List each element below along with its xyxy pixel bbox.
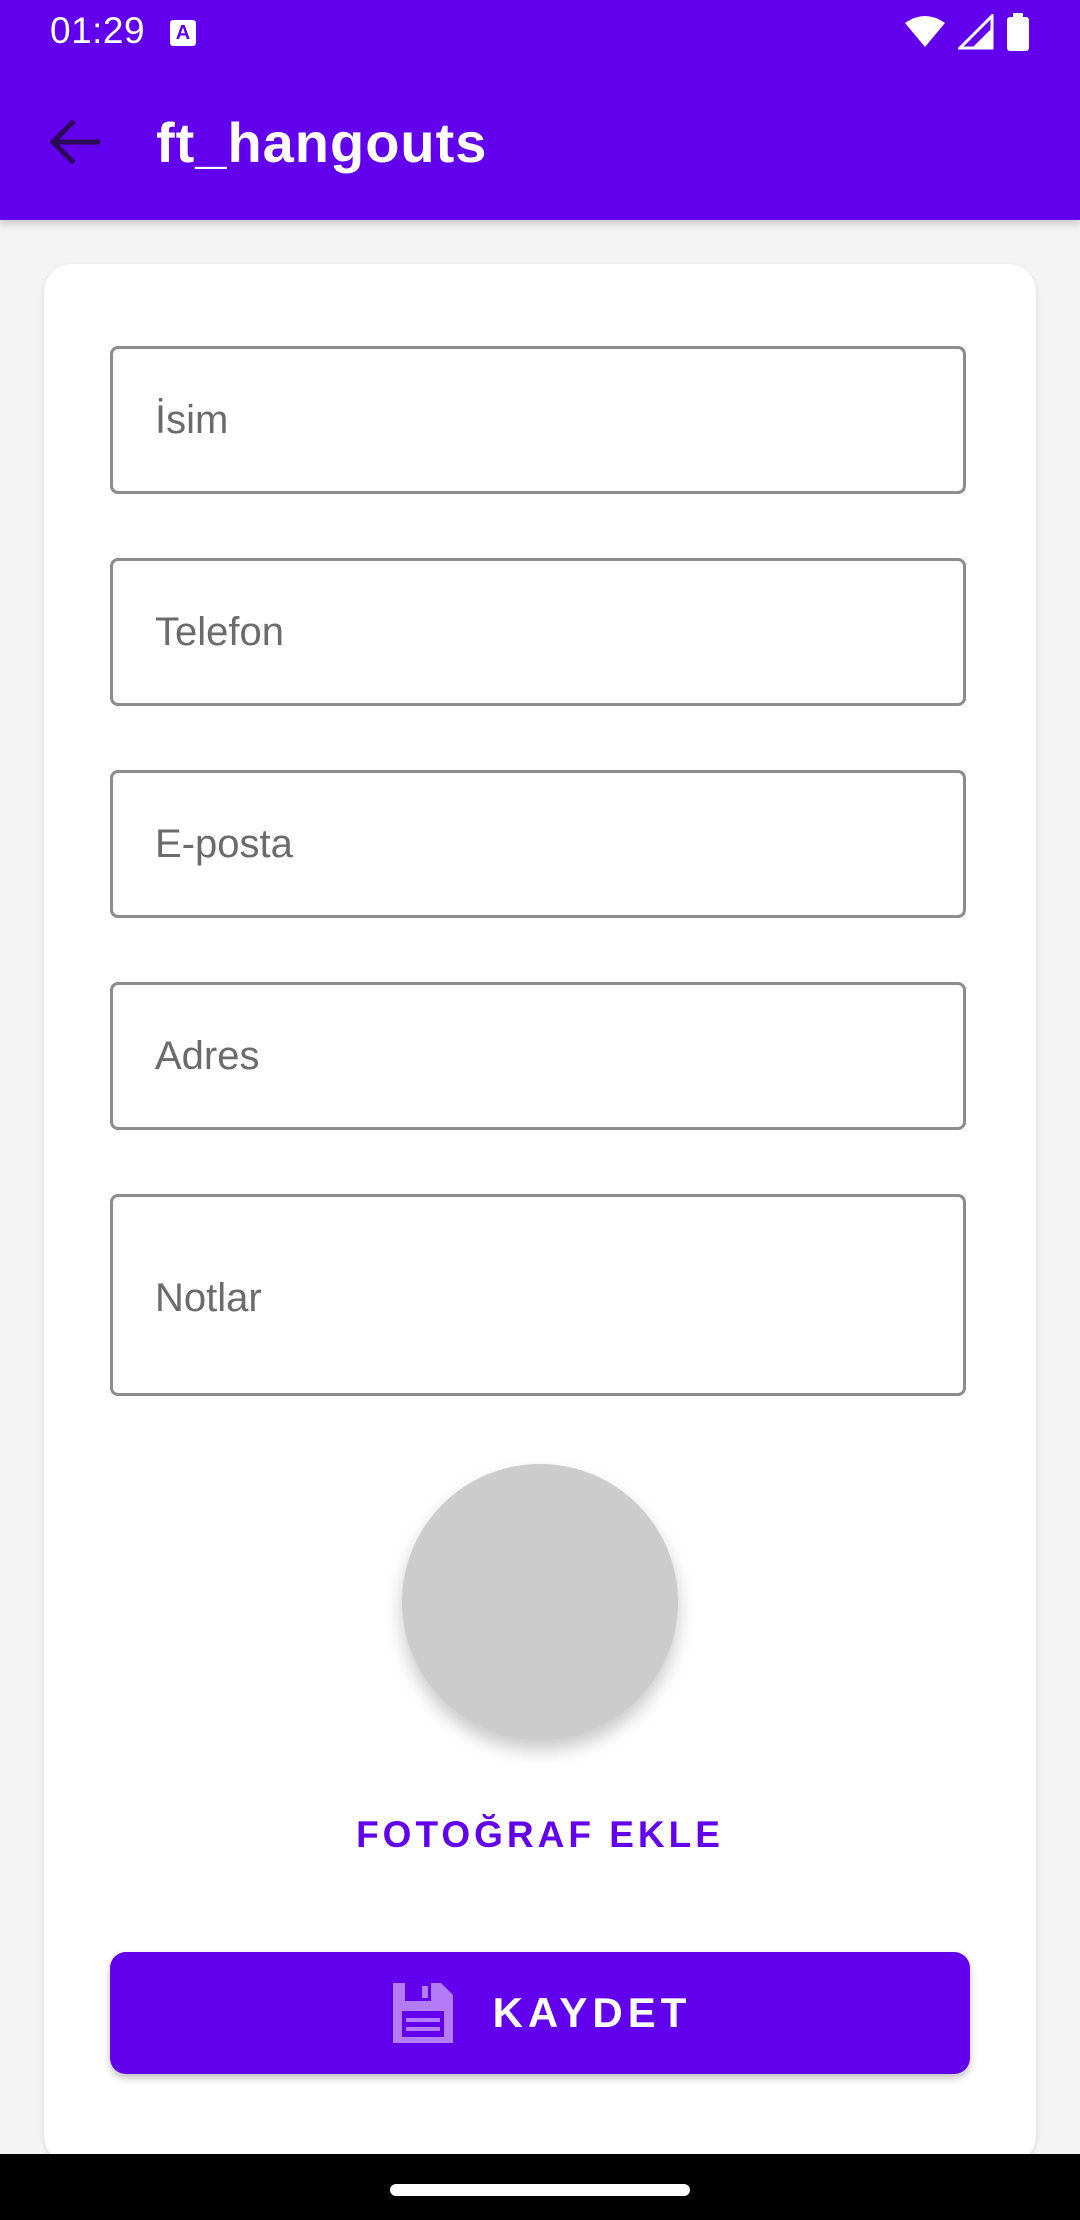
name-field[interactable] xyxy=(110,346,966,494)
name-input[interactable] xyxy=(113,349,963,491)
arrow-left-icon[interactable] xyxy=(44,112,104,172)
app-title: ft_hangouts xyxy=(156,111,488,174)
email-input[interactable] xyxy=(113,773,963,915)
address-field[interactable] xyxy=(110,982,966,1130)
navigation-bar xyxy=(0,2154,1080,2220)
phone-field[interactable] xyxy=(110,558,966,706)
contact-form-card: FOTOĞRAF EKLE KAYDET xyxy=(44,264,1036,2164)
email-field[interactable] xyxy=(110,770,966,918)
save-label: KAYDET xyxy=(492,1989,692,2036)
photo-avatar[interactable] xyxy=(402,1464,678,1740)
status-bar: 01:29 A xyxy=(0,0,1080,66)
cellular-signal-icon xyxy=(956,11,994,55)
wifi-icon xyxy=(904,15,946,54)
floppy-disk-icon xyxy=(389,1979,457,2047)
notes-input[interactable] xyxy=(113,1197,963,1393)
add-photo-button[interactable]: FOTOĞRAF EKLE xyxy=(44,1804,1036,1866)
keyboard-a-icon: A xyxy=(170,20,196,46)
status-icons xyxy=(904,11,1030,56)
battery-icon xyxy=(1006,12,1030,56)
app-bar: ft_hangouts xyxy=(0,66,1080,220)
status-time: 01:29 xyxy=(50,10,146,51)
notes-field[interactable] xyxy=(110,1194,966,1396)
phone-input[interactable] xyxy=(113,561,963,703)
screen: 01:29 A ft_hangouts İsim Telefon E-posta… xyxy=(0,0,1080,2220)
address-input[interactable] xyxy=(113,985,963,1127)
save-button[interactable]: KAYDET xyxy=(110,1952,970,2074)
home-gesture-handle[interactable] xyxy=(390,2184,690,2196)
top-bar: 01:29 A ft_hangouts xyxy=(0,0,1080,220)
